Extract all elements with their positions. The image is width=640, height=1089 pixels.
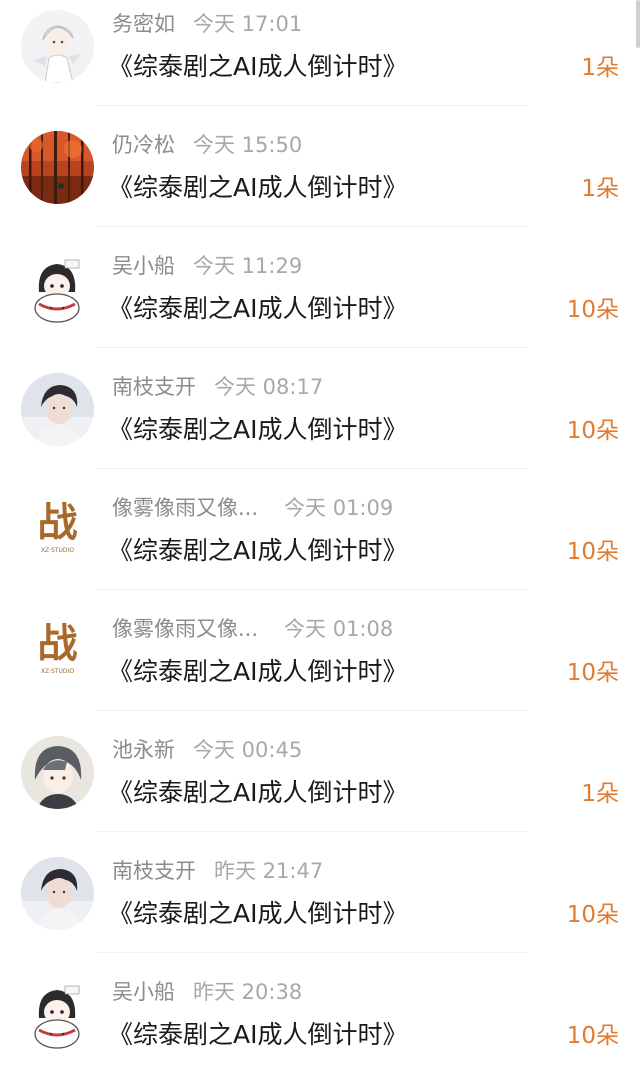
sender-name[interactable]: 南枝支开 [112,859,196,883]
timestamp: 今天 00:45 [193,738,303,762]
avatar[interactable]: 战 XZ·STUDIO [21,615,94,688]
avatar[interactable] [21,736,94,809]
book-title[interactable]: 《综泰剧之AI成人倒计时》 [108,653,407,691]
list-item[interactable]: 南枝支开 昨天 21:47 《综泰剧之AI成人倒计时》 10朵 [0,847,640,968]
book-title[interactable]: 《综泰剧之AI成人倒计时》 [108,895,407,933]
divider [96,105,528,106]
sender-meta: 吴小船 今天 11:29 [112,250,302,282]
list-item[interactable]: 池永新 今天 00:45 《综泰剧之AI成人倒计时》 1朵 [0,726,640,847]
gift-count: 10朵 [566,297,619,323]
sender-name[interactable]: 南枝支开 [112,375,196,399]
sender-meta: 仍冷松 今天 15:50 [112,129,302,161]
gift-count: 1朵 [581,176,619,202]
sender-name[interactable]: 像雾像雨又像... [112,617,258,641]
list-item[interactable]: 仍冷松 今天 15:50 《综泰剧之AI成人倒计时》 1朵 [0,121,640,242]
list-item[interactable]: 战 XZ·STUDIO 像雾像雨又像... 今天 01:08 《综泰剧之AI成人倒… [0,605,640,726]
timestamp: 今天 08:17 [214,375,324,399]
avatar[interactable]: 战 XZ·STUDIO [21,494,94,567]
sender-meta: 南枝支开 昨天 21:47 [112,855,323,887]
list-item[interactable]: 战 XZ·STUDIO 像雾像雨又像... 今天 01:09 《综泰剧之AI成人倒… [0,484,640,605]
timestamp: 今天 01:08 [284,617,394,641]
avatar[interactable] [21,252,94,325]
list-item[interactable]: 吴小船 昨天 20:38 《综泰剧之AI成人倒计时》 10朵 [0,968,640,1089]
avatar[interactable] [21,857,94,930]
timestamp: 昨天 20:38 [193,980,303,1004]
divider [96,952,528,953]
timestamp: 今天 01:09 [284,496,394,520]
gift-count: 10朵 [566,902,619,928]
avatar[interactable] [21,131,94,204]
sender-meta: 像雾像雨又像... 今天 01:08 [112,613,393,645]
sender-name[interactable]: 仍冷松 [112,133,175,157]
divider [96,710,528,711]
avatar-white-haired-anime-boy-icon [21,10,94,83]
gift-count: 1朵 [581,781,619,807]
avatar-chibi-cat-girl-icon [21,252,94,325]
divider [96,468,528,469]
zhan-character: 战 [38,620,78,667]
avatar-chibi-cat-girl-icon [21,978,94,1051]
book-title[interactable]: 《综泰剧之AI成人倒计时》 [108,774,407,812]
zhan-subtitle: XZ·STUDIO [41,547,74,554]
gift-record-list: 务密如今天 17:01 《综泰剧之AI成人倒计时》 1朵 仍冷松今天 15: [0,0,640,1089]
gift-count: 10朵 [566,660,619,686]
book-title[interactable]: 《综泰剧之AI成人倒计时》 [108,169,407,207]
timestamp: 今天 11:29 [193,254,303,278]
timestamp: 昨天 21:47 [214,859,324,883]
sender-meta: 吴小船 昨天 20:38 [112,976,302,1008]
gift-count: 10朵 [566,1023,619,1049]
avatar-zhan-calligraphy-icon: 战 XZ·STUDIO [21,615,94,688]
book-title[interactable]: 《综泰剧之AI成人倒计时》 [108,532,407,570]
avatar[interactable] [21,373,94,446]
sender-name[interactable]: 像雾像雨又像... [112,496,258,520]
avatar-autumn-forest-icon [21,131,94,204]
list-item[interactable]: 吴小船 今天 11:29 《综泰剧之AI成人倒计时》 10朵 [0,242,640,363]
sender-meta: 像雾像雨又像... 今天 01:09 [112,492,393,524]
avatar-young-man-portrait-icon [21,857,94,930]
gift-count: 1朵 [581,55,619,81]
avatar-anime-boy-grey-hair-icon [21,736,94,809]
divider [96,589,528,590]
avatar-young-man-portrait-icon [21,373,94,446]
book-title[interactable]: 《综泰剧之AI成人倒计时》 [108,1016,407,1054]
gift-count: 10朵 [566,418,619,444]
sender-meta: 务密如 今天 17:01 [112,8,302,40]
sender-meta: 池永新 今天 00:45 [112,734,302,766]
sender-name[interactable]: 务密如 [112,12,175,36]
timestamp: 今天 15:50 [193,133,303,157]
sender-name[interactable]: 池永新 [112,738,175,762]
sender-meta: 南枝支开 今天 08:17 [112,371,323,403]
zhan-character: 战 [38,499,78,546]
list-item[interactable]: 南枝支开 今天 08:17 《综泰剧之AI成人倒计时》 10朵 [0,363,640,484]
sender-name[interactable]: 吴小船 [112,254,175,278]
divider [96,831,528,832]
timestamp: 今天 17:01 [193,12,303,36]
avatar[interactable] [21,10,94,83]
book-title[interactable]: 《综泰剧之AI成人倒计时》 [108,411,407,449]
zhan-subtitle: XZ·STUDIO [41,668,74,675]
divider [96,347,528,348]
gift-count: 10朵 [566,539,619,565]
book-title[interactable]: 《综泰剧之AI成人倒计时》 [108,290,407,328]
divider [96,226,528,227]
book-title[interactable]: 《综泰剧之AI成人倒计时》 [108,48,407,86]
avatar-zhan-calligraphy-icon: 战 XZ·STUDIO [21,494,94,567]
avatar[interactable] [21,978,94,1051]
sender-name[interactable]: 吴小船 [112,980,175,1004]
list-item[interactable]: 务密如 今天 17:01 《综泰剧之AI成人倒计时》 1朵 [0,0,640,121]
